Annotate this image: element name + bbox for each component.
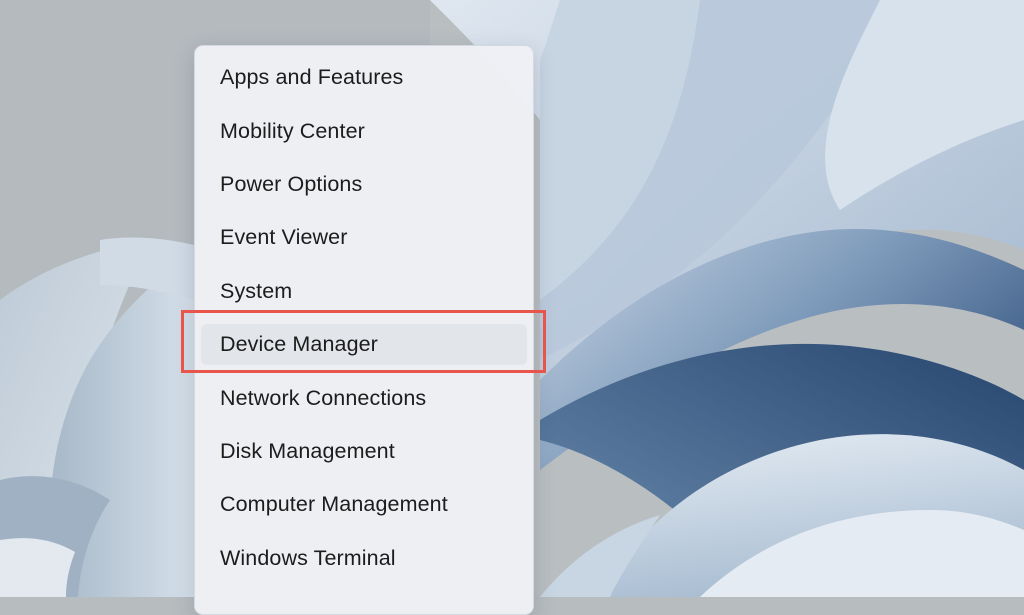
winx-context-menu: Apps and Features Mobility Center Power …: [194, 45, 534, 615]
menu-item-label: System: [220, 278, 293, 303]
menu-item-label: Device Manager: [220, 332, 378, 357]
menu-item-label: Mobility Center: [220, 118, 365, 143]
menu-item-computer-management[interactable]: Computer Management: [195, 478, 533, 531]
menu-item-label: Power Options: [220, 171, 363, 196]
menu-item-label: Apps and Features: [220, 65, 404, 90]
menu-item-network-connections[interactable]: Network Connections: [195, 371, 533, 424]
menu-item-label: Network Connections: [220, 385, 427, 410]
menu-item-label: Computer Management: [220, 492, 448, 517]
menu-item-label: Disk Management: [220, 438, 395, 463]
menu-item-windows-terminal[interactable]: Windows Terminal: [195, 532, 533, 585]
menu-item-disk-management[interactable]: Disk Management: [195, 425, 533, 478]
menu-item-system[interactable]: System: [195, 265, 533, 318]
menu-item-device-manager[interactable]: Device Manager: [195, 318, 533, 371]
menu-item-event-viewer[interactable]: Event Viewer: [195, 211, 533, 264]
menu-list: Apps and Features Mobility Center Power …: [195, 51, 533, 585]
menu-item-mobility-center[interactable]: Mobility Center: [195, 104, 533, 157]
menu-item-label: Event Viewer: [220, 225, 348, 250]
menu-item-label: Windows Terminal: [220, 545, 396, 570]
menu-item-power-options[interactable]: Power Options: [195, 158, 533, 211]
menu-item-apps-and-features[interactable]: Apps and Features: [195, 51, 533, 104]
